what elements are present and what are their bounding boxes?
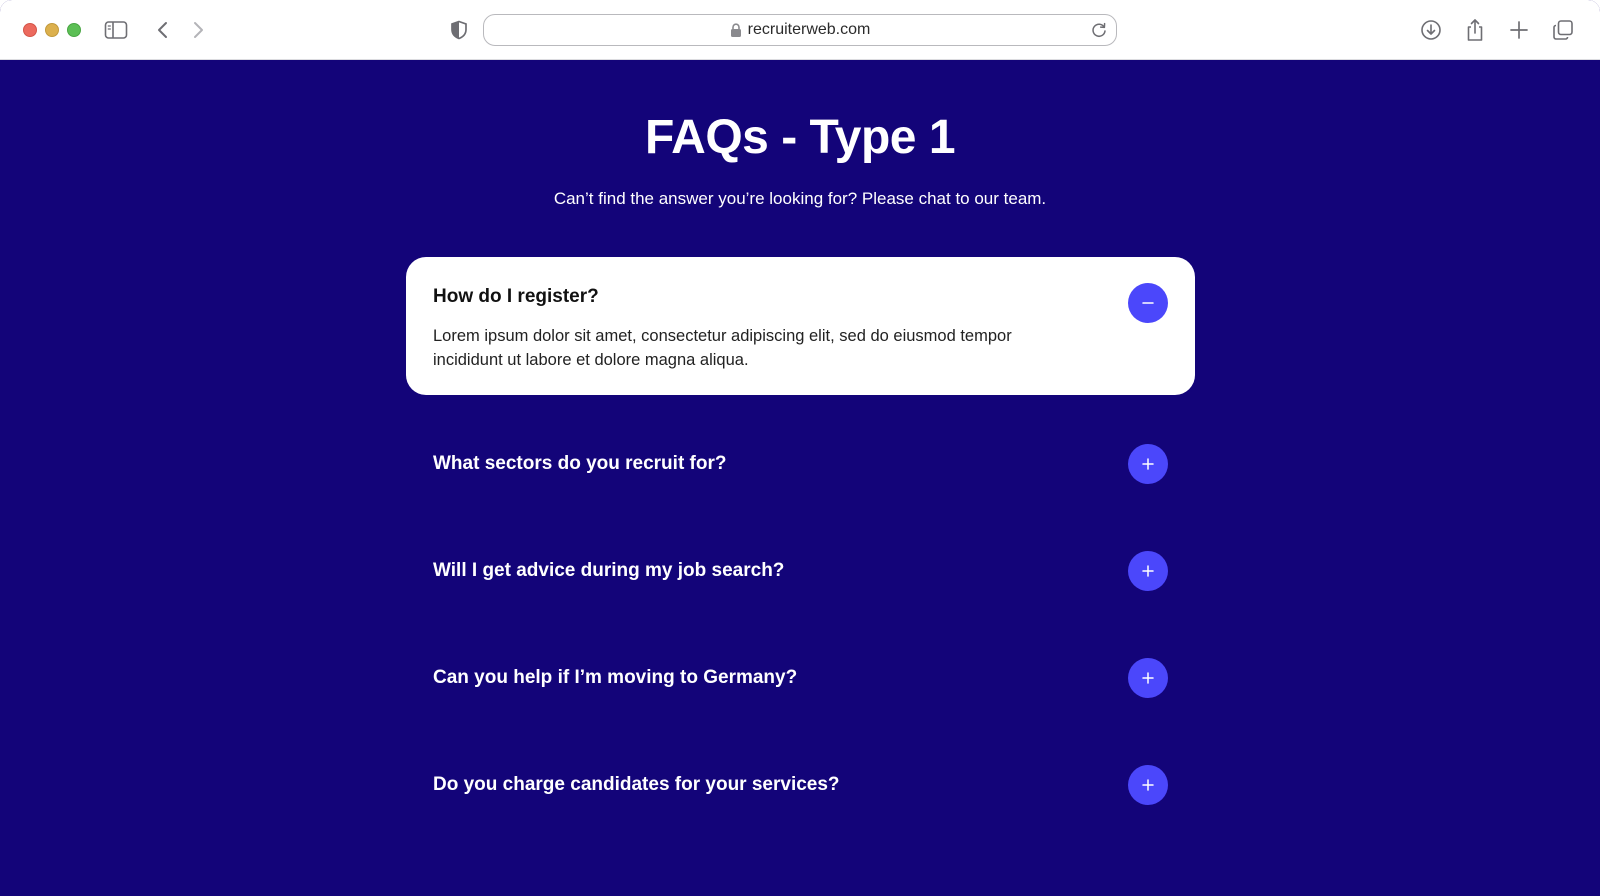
faq-item[interactable]: Can you help if I’m moving to Germany? [406,658,1195,698]
collapse-button[interactable] [1128,283,1168,323]
forward-arrow-icon[interactable] [185,17,211,43]
faq-question[interactable]: How do I register? [433,286,599,308]
expand-button[interactable] [1128,551,1168,591]
page-title: FAQs - Type 1 [644,111,956,164]
minimize-window-button[interactable] [45,23,59,37]
plus-icon [1142,779,1154,791]
url-text: recruiterweb.com [747,21,871,38]
browser-toolbar: recruiterweb.com [0,0,1600,60]
sidebar-toggle-icon[interactable] [103,17,129,43]
reload-icon[interactable] [1090,21,1108,44]
close-window-button[interactable] [23,23,37,37]
expand-button[interactable] [1128,444,1168,484]
address-bar[interactable]: recruiterweb.com [483,14,1117,46]
faq-answer: Lorem ipsum dolor sit amet, consectetur … [433,327,1012,369]
plus-icon [1142,458,1154,470]
browser-window: recruiterweb.com FAQs - Type 1 Can’t fin… [0,0,1600,896]
faq-question[interactable]: What sectors do you recruit for? [433,453,726,475]
tab-overview-icon[interactable] [1550,17,1576,43]
plus-icon [1142,672,1154,684]
download-icon[interactable] [1418,17,1444,43]
lock-icon [730,22,742,38]
expand-button[interactable] [1128,765,1168,805]
privacy-shield-icon[interactable] [446,17,472,43]
back-arrow-icon[interactable] [150,17,176,43]
faq-item[interactable]: What sectors do you recruit for? [406,444,1195,484]
faq-item-expanded[interactable]: How do I register? Lorem ipsum dolor sit… [406,257,1195,395]
share-icon[interactable] [1462,17,1488,43]
faq-list: How do I register? Lorem ipsum dolor sit… [406,257,1195,805]
faq-item[interactable]: Will I get advice during my job search? [406,551,1195,591]
faq-question[interactable]: Will I get advice during my job search? [433,560,784,582]
expand-button[interactable] [1128,658,1168,698]
minus-icon [1142,302,1154,304]
page-subtitle: Can’t find the answer you’re looking for… [553,189,1047,208]
faq-question[interactable]: Can you help if I’m moving to Germany? [433,667,797,689]
new-tab-icon[interactable] [1506,17,1532,43]
maximize-window-button[interactable] [67,23,81,37]
faq-question[interactable]: Do you charge candidates for your servic… [433,774,840,796]
faq-item[interactable]: Do you charge candidates for your servic… [406,765,1195,805]
plus-icon [1142,565,1154,577]
